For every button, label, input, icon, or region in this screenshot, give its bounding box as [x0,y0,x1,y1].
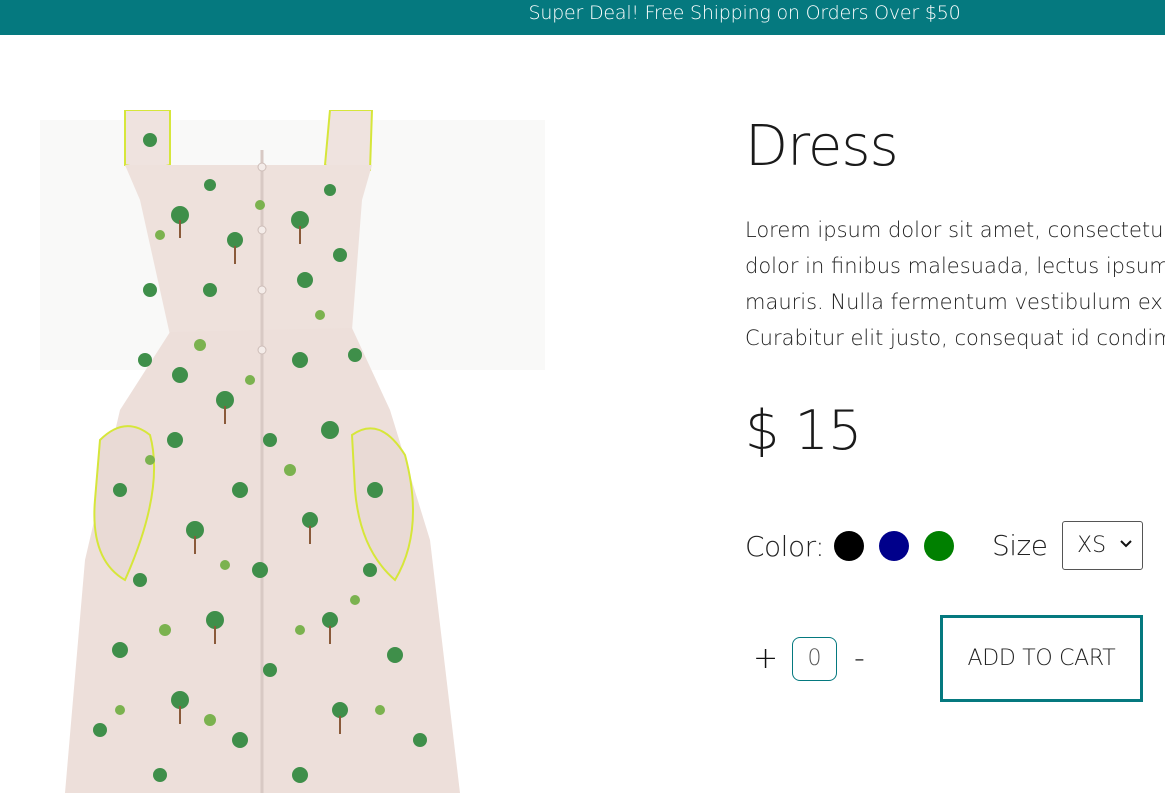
product-image [0,110,560,793]
description-line: mauris. Nulla fermentum vestibulum ex, e [745,290,1165,314]
product-price: $ 15 [745,399,862,462]
description-line: Curabitur elit justo, consequat id condi… [745,326,1165,350]
product-description: Lorem ipsum dolor sit amet, consectetur … [745,212,1165,356]
size-select[interactable]: XS [1062,521,1143,570]
product-title: Dress [745,114,899,179]
quantity-input[interactable]: 0 [792,637,837,681]
promo-banner: Super Deal! Free Shipping on Orders Over… [0,0,1165,35]
promo-banner-text: Super Deal! Free Shipping on Orders Over… [528,2,961,24]
description-line: dolor in finibus malesuada, lectus ipsum… [745,254,1165,278]
size-label: Size [992,529,1048,562]
size-selected-value: XS [1077,533,1107,558]
quantity-increment-button[interactable]: + [753,639,778,679]
chevron-down-icon [1120,540,1132,548]
color-swatch-navy[interactable] [879,531,910,561]
color-selector: Color: [745,524,969,568]
quantity-decrement-button[interactable]: - [854,639,865,679]
add-to-cart-button[interactable]: ADD TO CART [940,615,1143,702]
dress-image [40,110,545,793]
description-line: Lorem ipsum dolor sit amet, consectetur [745,218,1165,242]
color-swatch-green[interactable] [924,531,955,561]
color-label: Color: [745,529,825,563]
color-swatch-black[interactable] [834,531,865,561]
